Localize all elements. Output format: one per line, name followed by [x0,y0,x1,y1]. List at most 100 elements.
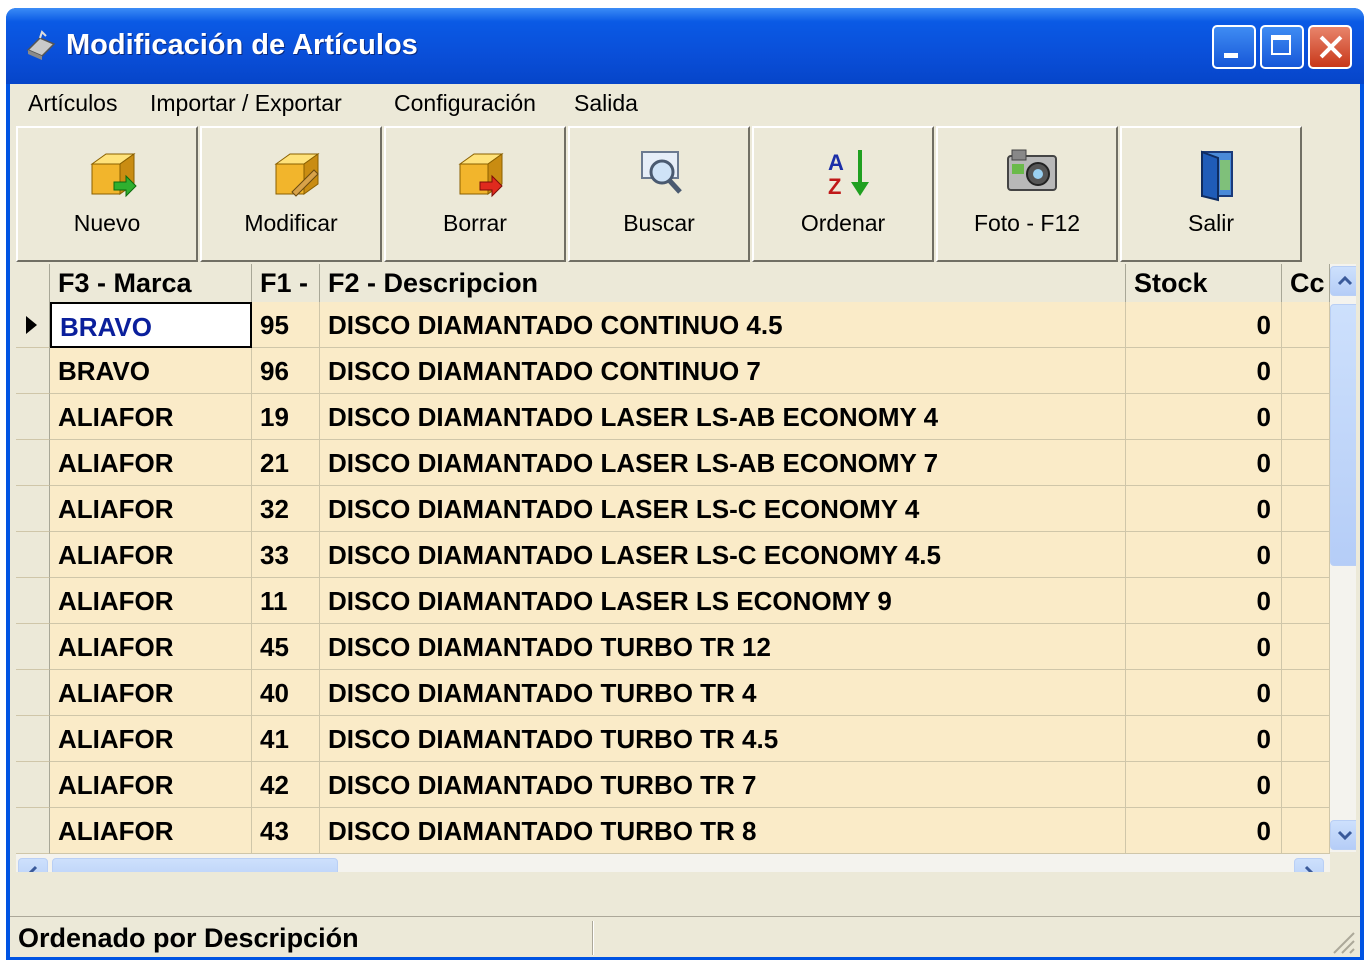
table-row[interactable]: ALIAFOR 43 DISCO DIAMANTADO TURBO TR 80 [16,808,1330,854]
modificar-button[interactable]: Modificar [200,126,382,262]
table-row[interactable]: ALIAFOR 45 DISCO DIAMANTADO TURBO TR 12 0 [16,624,1330,670]
table-row[interactable]: ALIAFOR 33 DISCO DIAMANTADO LASER LS-C ECO… [16,532,1330,578]
cell-marca[interactable]: BRAVO [50,302,252,348]
resize-grip-icon[interactable] [1330,929,1356,955]
column-header-descripcion[interactable]: F2 - Descripcion [320,264,1126,302]
cell-cc[interactable] [1282,624,1330,670]
table-row[interactable]: BRAVO 95 DISCO DIAMANTADO CONTINUO 4.5 0 [16,302,1330,348]
cell-marca[interactable]: ALIAFOR [50,440,252,486]
cell-codigo[interactable]: 19 [252,394,320,440]
cell-cc[interactable] [1282,670,1330,716]
minimize-button[interactable] [1212,25,1256,69]
cell-descripcion[interactable]: DISCO DIAMANTADO LASER LS-C ECONOMY 4 [320,486,1126,532]
cell-descripcion[interactable]: DISCO DIAMANTADO CONTINUO 4.5 [320,302,1126,348]
articles-grid[interactable]: F3 - Marca F1 - F2 - Descripcion Stock C… [16,264,1356,872]
table-row[interactable]: ALIAFOR 11 DISCO DIAMANTADO LASER LS ECONO… [16,578,1330,624]
ordenar-button[interactable]: A Z Ordenar [752,126,934,262]
cell-descripcion[interactable]: DISCO DIAMANTADO TURBO TR 8 [320,808,1126,854]
cell-stock[interactable]: 0 [1126,670,1282,716]
horizontal-scroll-thumb[interactable] [52,858,338,872]
cell-marca[interactable]: ALIAFOR [50,578,252,624]
cell-codigo[interactable]: 45 [252,624,320,670]
cell-marca[interactable]: ALIAFOR [50,532,252,578]
cell-codigo[interactable]: 33 [252,532,320,578]
buscar-button[interactable]: Buscar [568,126,750,262]
vertical-scroll-thumb[interactable] [1330,304,1356,566]
cell-descripcion[interactable]: DISCO DIAMANTADO LASER LS-AB ECONOMY 4 [320,394,1126,440]
title-bar[interactable]: Modificación de Artículos [6,8,1364,84]
cell-stock[interactable]: 0 [1126,624,1282,670]
cell-stock[interactable]: 0 [1126,532,1282,578]
cell-descripcion[interactable]: DISCO DIAMANTADO TURBO TR 12 [320,624,1126,670]
cell-codigo[interactable]: 95 [252,302,320,348]
column-header-cc[interactable]: Cc [1282,264,1330,302]
cell-cc[interactable] [1282,440,1330,486]
cell-descripcion[interactable]: DISCO DIAMANTADO TURBO TR 4 [320,670,1126,716]
cell-cc[interactable] [1282,762,1330,808]
scroll-up-button[interactable] [1330,266,1356,296]
cell-marca[interactable]: ALIAFOR [50,808,252,854]
cell-descripcion[interactable]: DISCO DIAMANTADO TURBO TR 4.5 [320,716,1126,762]
vertical-scrollbar[interactable] [1330,264,1356,852]
nuevo-button[interactable]: Nuevo [16,126,198,262]
cell-stock[interactable]: 0 [1126,302,1282,348]
cell-cc[interactable] [1282,808,1330,854]
cell-cc[interactable] [1282,394,1330,440]
scroll-right-button[interactable] [1294,858,1324,872]
cell-marca[interactable]: ALIAFOR [50,624,252,670]
close-button[interactable] [1308,25,1352,69]
scroll-left-button[interactable] [18,858,48,872]
cell-marca[interactable]: ALIAFOR [50,670,252,716]
table-row[interactable]: ALIAFOR 41 DISCO DIAMANTADO TURBO TR 4.5 0 [16,716,1330,762]
cell-stock[interactable]: 0 [1126,394,1282,440]
cell-stock[interactable]: 0 [1126,486,1282,532]
cell-marca[interactable]: ALIAFOR [50,486,252,532]
cell-descripcion[interactable]: DISCO DIAMANTADO LASER LS-AB ECONOMY 7 [320,440,1126,486]
cell-cc[interactable] [1282,532,1330,578]
cell-stock[interactable]: 0 [1126,762,1282,808]
cell-cc[interactable] [1282,302,1330,348]
menu-salida[interactable]: Salida [574,90,638,117]
cell-codigo[interactable]: 42 [252,762,320,808]
menu-articulos[interactable]: Artículos [28,90,117,117]
cell-stock[interactable]: 0 [1126,348,1282,394]
cell-codigo[interactable]: 96 [252,348,320,394]
menu-configuracion[interactable]: Configuración [394,90,536,117]
cell-stock[interactable]: 0 [1126,716,1282,762]
cell-stock[interactable]: 0 [1126,808,1282,854]
cell-stock[interactable]: 0 [1126,578,1282,624]
scroll-down-button[interactable] [1330,820,1356,850]
cell-codigo[interactable]: 21 [252,440,320,486]
column-header-marca[interactable]: F3 - Marca [50,264,252,302]
cell-marca[interactable]: ALIAFOR [50,394,252,440]
foto-button[interactable]: Foto - F12 [936,126,1118,262]
cell-marca[interactable]: ALIAFOR [50,762,252,808]
cell-descripcion[interactable]: DISCO DIAMANTADO LASER LS-C ECONOMY 4.5 [320,532,1126,578]
column-header-codigo[interactable]: F1 - [252,264,320,302]
cell-descripcion[interactable]: DISCO DIAMANTADO CONTINUO 7 [320,348,1126,394]
cell-codigo[interactable]: 32 [252,486,320,532]
cell-codigo[interactable]: 41 [252,716,320,762]
table-row[interactable]: ALIAFOR 42 DISCO DIAMANTADO TURBO TR 70 [16,762,1330,808]
maximize-button[interactable] [1260,25,1304,69]
cell-codigo[interactable]: 11 [252,578,320,624]
cell-marca[interactable]: BRAVO [50,348,252,394]
horizontal-scrollbar[interactable] [16,854,1330,872]
column-header-stock[interactable]: Stock [1126,264,1282,302]
cell-descripcion[interactable]: DISCO DIAMANTADO TURBO TR 7 [320,762,1126,808]
cell-descripcion[interactable]: DISCO DIAMANTADO LASER LS ECONOMY 9 [320,578,1126,624]
table-row[interactable]: ALIAFOR 40 DISCO DIAMANTADO TURBO TR 40 [16,670,1330,716]
table-row[interactable]: ALIAFOR 21 DISCO DIAMANTADO LASER LS-AB EC… [16,440,1330,486]
table-row[interactable]: ALIAFOR 19 DISCO DIAMANTADO LASER LS-AB EC… [16,394,1330,440]
cell-cc[interactable] [1282,486,1330,532]
cell-cc[interactable] [1282,348,1330,394]
cell-codigo[interactable]: 40 [252,670,320,716]
cell-cc[interactable] [1282,578,1330,624]
cell-codigo[interactable]: 43 [252,808,320,854]
cell-cc[interactable] [1282,716,1330,762]
salir-button[interactable]: Salir [1120,126,1302,262]
cell-stock[interactable]: 0 [1126,440,1282,486]
borrar-button[interactable]: Borrar [384,126,566,262]
cell-marca[interactable]: ALIAFOR [50,716,252,762]
menu-importar-exportar[interactable]: Importar / Exportar [150,90,342,117]
